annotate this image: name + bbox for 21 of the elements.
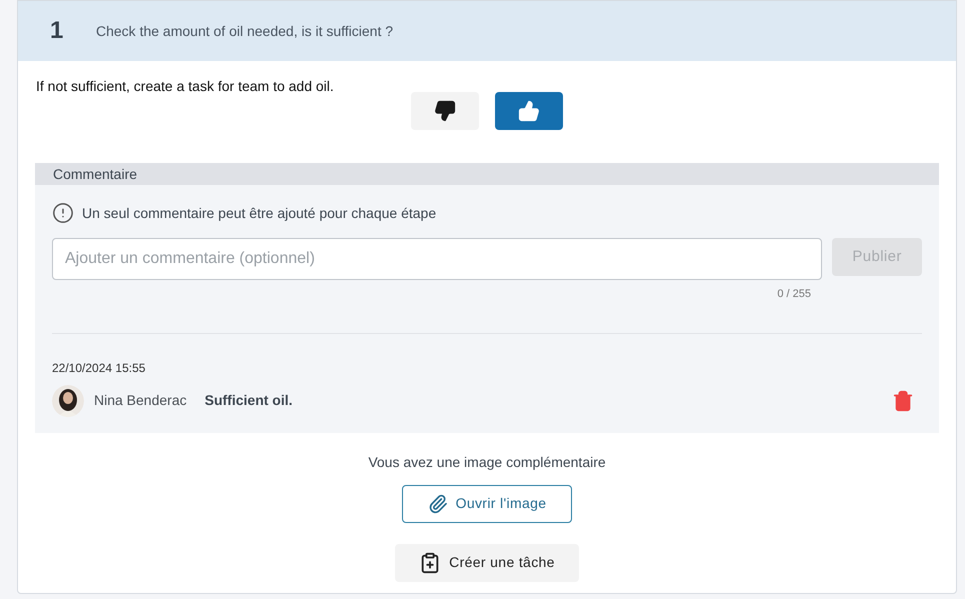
delete-icon[interactable] bbox=[892, 390, 914, 412]
attachment-note: Vous avez une image complémentaire bbox=[368, 452, 606, 472]
step-number: 1 bbox=[50, 16, 64, 46]
character-counter: 0 / 255 bbox=[777, 287, 811, 302]
thumbs-up-icon bbox=[518, 100, 540, 122]
step-question: Check the amount of oil needed, is it sufficient ? bbox=[96, 22, 394, 40]
thumbs-down-icon bbox=[434, 100, 456, 122]
comment-panel-title: Commentaire bbox=[53, 164, 138, 184]
thumbs-down-button[interactable] bbox=[411, 92, 479, 130]
comment-date: 22/10/2024 15:55 bbox=[52, 360, 146, 376]
create-task-button[interactable]: Créer une tâche bbox=[395, 544, 579, 582]
comment-notice: Un seul commentaire peut être ajouté pour chaque étape bbox=[82, 204, 436, 223]
warning-icon bbox=[52, 202, 74, 224]
clipboard-plus-icon bbox=[419, 552, 442, 574]
comment-author: Nina Benderac bbox=[94, 391, 187, 410]
comment-field[interactable]: Ajouter un commentaire (optionnel) bbox=[52, 238, 822, 280]
thumbs-up-button[interactable] bbox=[495, 92, 563, 130]
step-description: If not sufficient, create a task for team to add oil. bbox=[36, 77, 334, 96]
comment-text: Sufficient oil. bbox=[204, 391, 293, 410]
paperclip-icon bbox=[428, 494, 448, 514]
open-image-button[interactable]: Ouvrir l'image bbox=[402, 484, 572, 522]
